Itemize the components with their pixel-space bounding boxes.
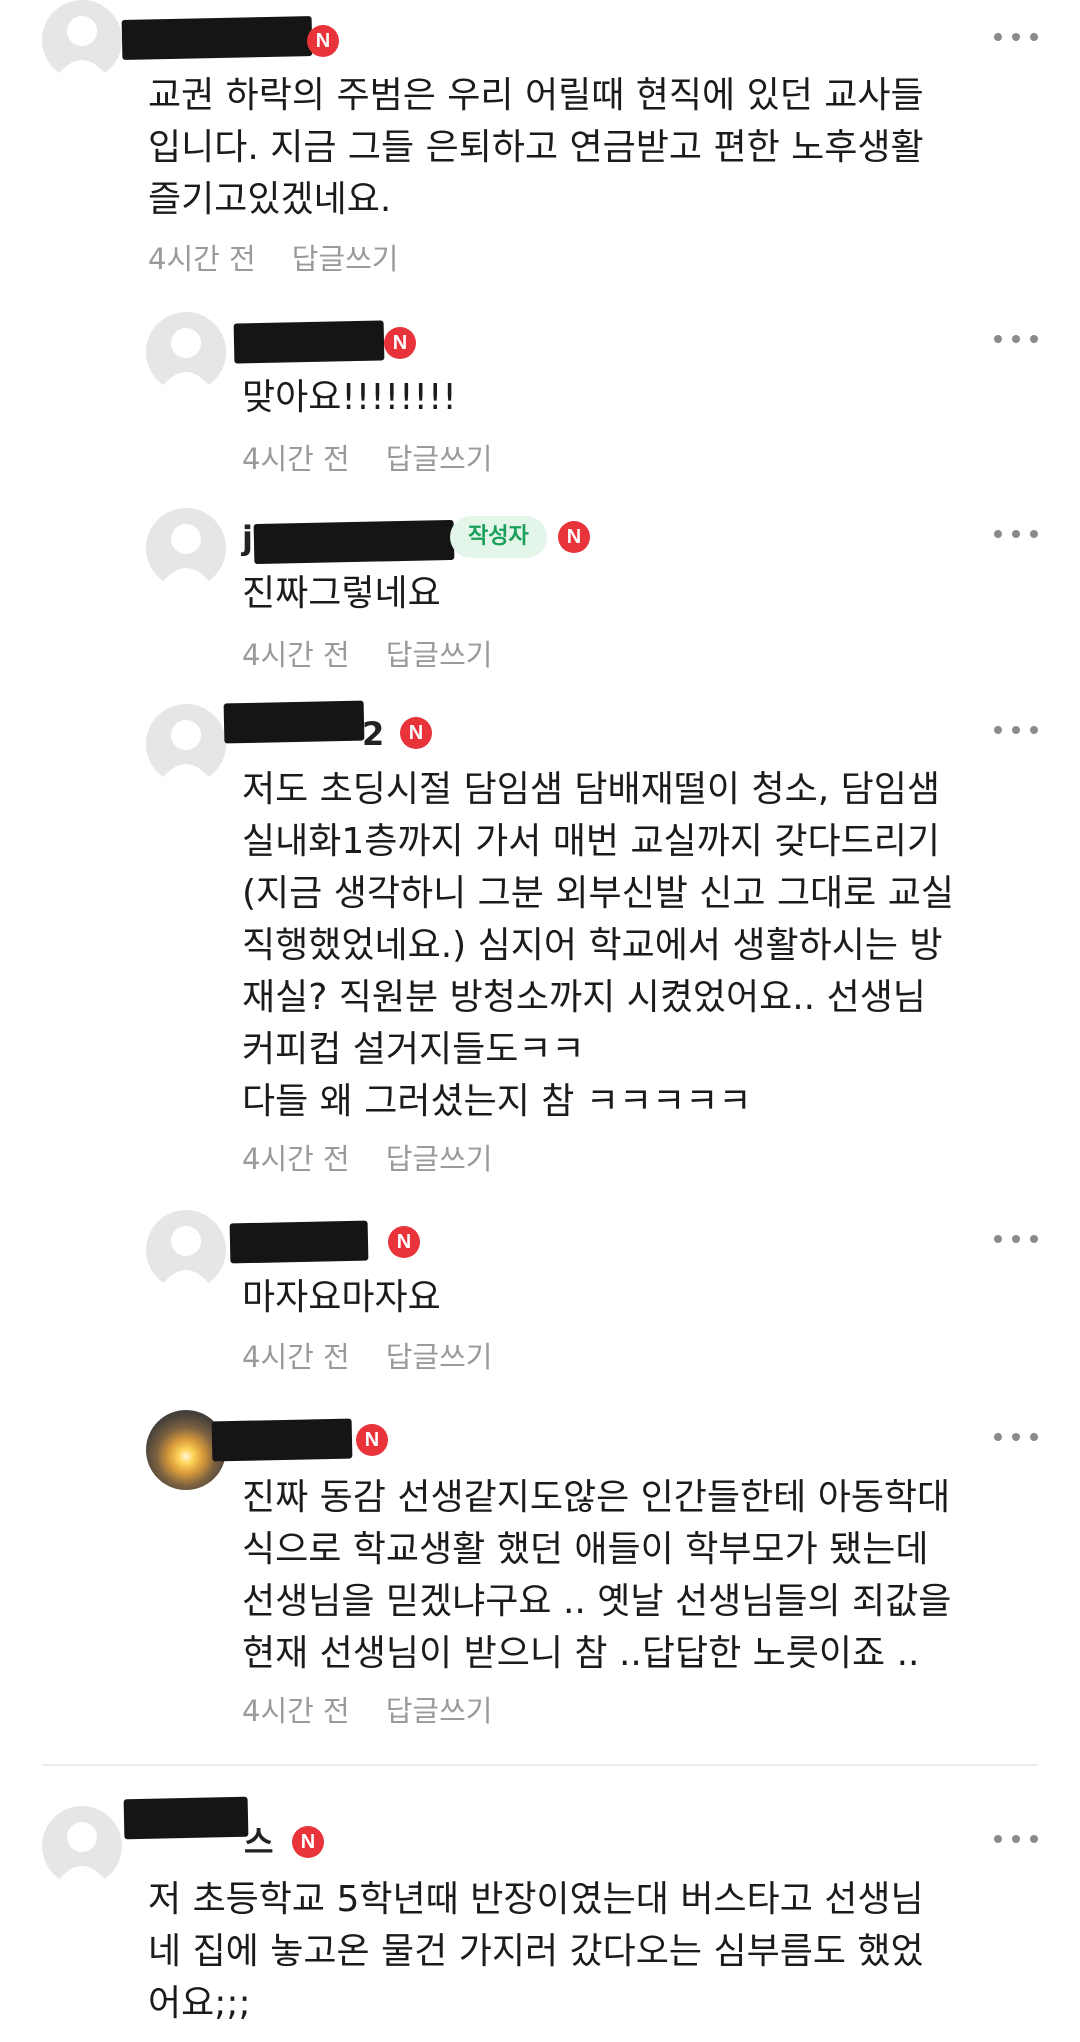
reply-button[interactable]: 답글쓰기 [386, 1334, 493, 1376]
more-options-icon[interactable] [994, 1430, 1038, 1444]
redacted-username [223, 700, 365, 744]
redacted-username [253, 519, 455, 565]
avatar[interactable] [42, 0, 122, 80]
username-visible-part: 스 [244, 1823, 274, 1861]
redacted-username [211, 1418, 353, 1462]
avatar[interactable] [146, 704, 226, 784]
avatar[interactable] [146, 508, 226, 588]
new-badge: N [292, 1826, 324, 1858]
reply-button[interactable]: 답글쓰기 [386, 1136, 493, 1178]
reply-button[interactable]: 답글쓰기 [292, 236, 399, 278]
author-tag: 작성자 [450, 516, 547, 558]
comment-time: 4시간 전 [242, 442, 350, 476]
comment-text: 저 초등학교 5학년때 반장이였는대 버스타고 선생님 네 집에 놓고온 물건 … [148, 1879, 924, 2024]
comment-text: 진짜 동감 선생같지도않은 인간들한테 아동학대 식으로 학교생활 했던 애들이… [242, 1477, 952, 1674]
comment-text: 맞아요!!!!!!!! [242, 377, 457, 418]
avatar[interactable] [42, 1806, 122, 1886]
default-profile-icon [158, 720, 214, 784]
default-profile-icon [158, 524, 214, 588]
comment-text: 마자요마자요 [242, 1277, 441, 1318]
comment-time: 4시간 전 [242, 1694, 350, 1728]
comment-divider [42, 1764, 1038, 1766]
comment-text: 진짜그렇네요 [242, 573, 441, 614]
more-options-icon[interactable] [994, 332, 1038, 346]
new-badge: N [307, 25, 339, 57]
username-visible-part: j [242, 519, 253, 557]
username-visible-part: 2 [362, 715, 385, 753]
more-options-icon[interactable] [994, 1832, 1038, 1846]
comment-text: 저도 초딩시절 담임샘 담배재떨이 청소, 담임샘 실내화1층까지 가서 매번 … [242, 769, 954, 1122]
comment-text: 교권 하락의 주범은 우리 어릴때 현직에 있던 교사들 입니다. 지금 그들 … [148, 75, 924, 220]
default-profile-icon [54, 1822, 110, 1886]
redacted-username [121, 16, 313, 60]
comment-time: 4시간 전 [242, 1142, 350, 1176]
more-options-icon[interactable] [994, 723, 1038, 737]
redacted-username [229, 1220, 369, 1264]
reply-button[interactable]: 답글쓰기 [386, 436, 493, 478]
avatar[interactable] [146, 312, 226, 392]
new-badge: N [558, 521, 590, 553]
avatar[interactable] [146, 1210, 226, 1290]
more-options-icon[interactable] [994, 1232, 1038, 1246]
comment-time: 4시간 전 [148, 242, 256, 276]
new-badge: N [400, 717, 432, 749]
new-badge: N [356, 1424, 388, 1456]
reply-button[interactable]: 답글쓰기 [386, 632, 493, 674]
new-badge: N [384, 327, 416, 359]
comment-time: 4시간 전 [242, 1340, 350, 1374]
reply-button[interactable]: 답글쓰기 [386, 1688, 493, 1730]
redacted-username [123, 1796, 249, 1840]
new-badge: N [388, 1226, 420, 1258]
default-profile-icon [158, 328, 214, 392]
default-profile-icon [158, 1226, 214, 1290]
comment-time: 4시간 전 [242, 638, 350, 672]
more-options-icon[interactable] [994, 527, 1038, 541]
redacted-username [233, 320, 385, 364]
more-options-icon[interactable] [994, 30, 1038, 44]
default-profile-icon [54, 16, 110, 80]
